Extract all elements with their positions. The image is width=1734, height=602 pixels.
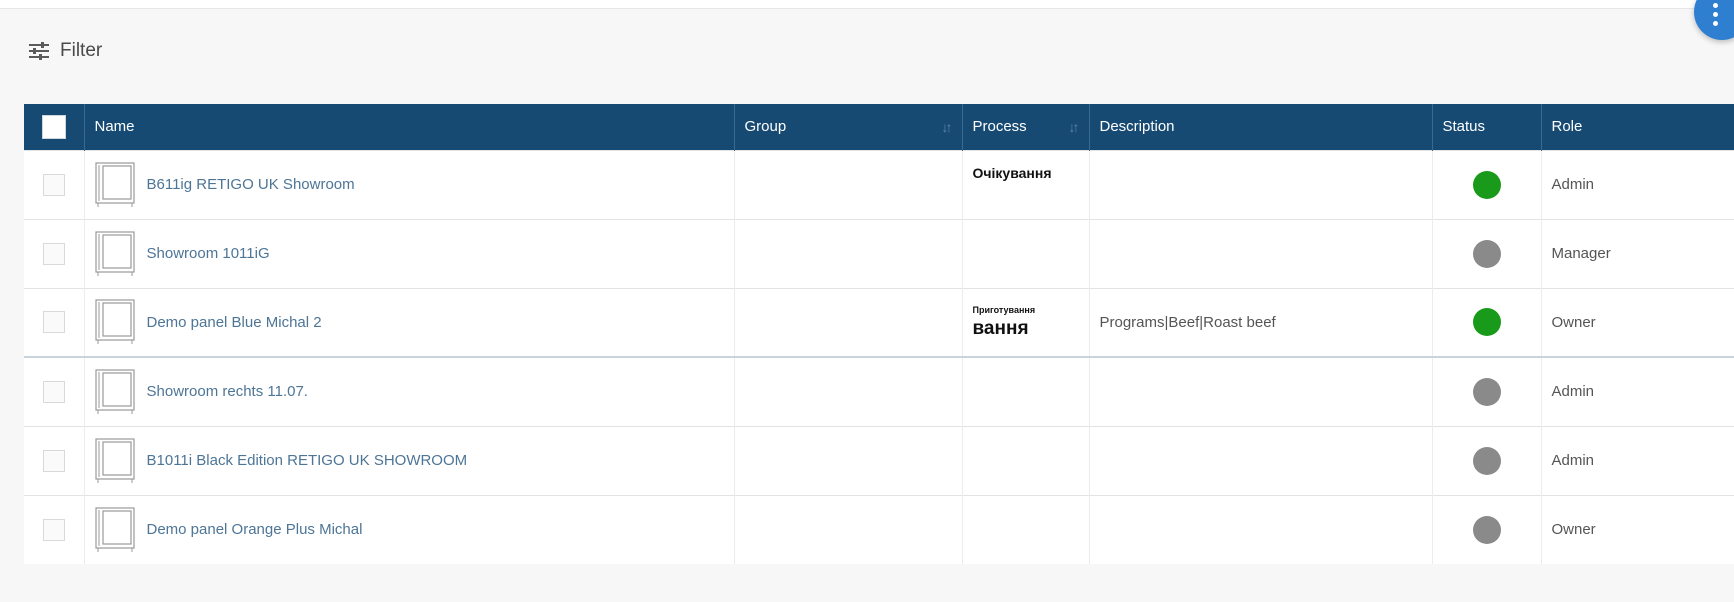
process-cell <box>961 218 1089 288</box>
status-cell <box>1431 149 1541 219</box>
column-header-role-label: Role <box>1551 118 1583 136</box>
oven-icon <box>94 161 135 207</box>
device-name-link[interactable]: Demo panel Orange Plus Michal <box>147 521 363 538</box>
role-cell: Admin <box>1540 425 1734 495</box>
column-header-status-label: Status <box>1442 118 1486 136</box>
table-row[interactable]: B611ig RETIGO UK Showroom Очікування Adm… <box>24 149 1734 219</box>
description-cell <box>1088 494 1432 564</box>
role-cell: Admin <box>1540 356 1734 426</box>
device-name-link[interactable]: Showroom 1011iG <box>147 245 270 262</box>
row-select-cell <box>24 494 84 564</box>
process-cell <box>961 494 1089 564</box>
oven-icon <box>94 230 135 276</box>
device-name-link[interactable]: Demo panel Blue Michal 2 <box>147 314 322 331</box>
group-cell <box>733 287 962 357</box>
column-header-status[interactable]: Status <box>1431 104 1541 150</box>
more-options-button[interactable] <box>1694 0 1734 40</box>
group-cell <box>733 494 962 564</box>
filter-sliders-icon <box>29 42 49 60</box>
row-checkbox[interactable] <box>42 449 65 472</box>
status-online-indicator <box>1472 170 1501 199</box>
status-online-indicator <box>1472 308 1501 337</box>
device-name-cell: B1011i Black Edition RETIGO UK SHOWROOM <box>83 425 734 495</box>
table-row[interactable]: Demo panel Orange Plus Michal Owner <box>24 494 1734 564</box>
column-header-process-label: Process <box>972 118 1027 136</box>
filter-label: Filter <box>60 40 103 61</box>
column-header-group-label: Group <box>744 118 787 136</box>
table-row[interactable]: Showroom 1011iG Manager <box>24 218 1734 288</box>
row-select-cell <box>24 218 84 288</box>
row-select-cell <box>24 287 84 357</box>
row-checkbox[interactable] <box>42 173 65 196</box>
process-cell: Приготування вання <box>961 287 1089 357</box>
select-all-checkbox[interactable] <box>41 114 66 139</box>
process-name-large: вання <box>972 318 1029 340</box>
column-header-description-label: Description <box>1099 118 1175 136</box>
table-header-row: Name Group ↓↑ Process ↓↑ Description Statu… <box>24 104 1734 150</box>
oven-icon <box>94 507 135 552</box>
column-header-name[interactable]: Name <box>83 104 734 150</box>
device-name-cell: Showroom 1011iG <box>83 218 734 288</box>
role-cell: Owner <box>1540 287 1734 357</box>
group-cell <box>733 218 962 288</box>
more-vertical-icon <box>1712 3 1718 26</box>
description-cell: Programs|Beef|Roast beef <box>1088 287 1432 357</box>
role-cell: Manager <box>1540 218 1734 288</box>
column-header-group[interactable]: Group ↓↑ <box>733 104 962 150</box>
row-select-cell <box>24 149 84 219</box>
group-cell <box>733 356 962 426</box>
table-row[interactable]: B1011i Black Edition RETIGO UK SHOWROOM … <box>24 425 1734 495</box>
column-header-name-label: Name <box>94 118 135 136</box>
process-cell: Очікування <box>961 149 1089 219</box>
description-cell <box>1088 218 1432 288</box>
devices-table: Name Group ↓↑ Process ↓↑ Description Statu… <box>24 104 1734 564</box>
row-select-cell <box>24 356 84 426</box>
device-name-cell: Demo panel Blue Michal 2 <box>83 287 734 357</box>
filter-toggle[interactable]: Filter <box>28 38 102 64</box>
table-row[interactable]: Demo panel Blue Michal 2 Приготування ва… <box>24 287 1734 357</box>
select-all-header <box>24 104 84 150</box>
top-bar <box>0 0 1734 9</box>
status-cell <box>1431 356 1541 426</box>
status-offline-indicator <box>1472 377 1501 406</box>
status-cell <box>1431 425 1541 495</box>
sort-icon[interactable]: ↓↑ <box>1069 119 1080 135</box>
group-cell <box>733 425 962 495</box>
column-header-role[interactable]: Role <box>1540 104 1734 150</box>
status-cell <box>1431 218 1541 288</box>
status-cell <box>1431 287 1541 357</box>
row-checkbox[interactable] <box>42 518 65 541</box>
device-name-link[interactable]: B1011i Black Edition RETIGO UK SHOWROOM <box>147 452 468 469</box>
role-cell: Admin <box>1540 149 1734 219</box>
device-name-cell: Demo panel Orange Plus Michal <box>83 494 734 564</box>
status-offline-indicator <box>1472 515 1501 544</box>
oven-icon <box>94 299 135 345</box>
group-cell <box>733 149 962 219</box>
column-header-description[interactable]: Description <box>1088 104 1432 150</box>
oven-icon <box>94 369 135 414</box>
status-offline-indicator <box>1472 239 1501 268</box>
row-checkbox[interactable] <box>42 242 65 265</box>
device-name-link[interactable]: Showroom rechts 11.07. <box>147 383 308 400</box>
device-name-cell: Showroom rechts 11.07. <box>83 356 734 426</box>
row-checkbox[interactable] <box>42 311 65 334</box>
process-name-small: Приготування <box>972 305 1036 316</box>
device-name-link[interactable]: B611ig RETIGO UK Showroom <box>147 176 355 193</box>
role-cell: Owner <box>1540 494 1734 564</box>
description-cell <box>1088 356 1432 426</box>
description-cell <box>1088 149 1432 219</box>
row-checkbox[interactable] <box>42 380 65 403</box>
process-cell <box>961 356 1089 426</box>
sort-icon[interactable]: ↓↑ <box>942 119 953 135</box>
status-offline-indicator <box>1472 446 1501 475</box>
status-cell <box>1431 494 1541 564</box>
table-row[interactable]: Showroom rechts 11.07. Admin <box>24 356 1734 426</box>
description-cell <box>1088 425 1432 495</box>
oven-icon <box>94 437 135 483</box>
process-cell <box>961 425 1089 495</box>
column-header-process[interactable]: Process ↓↑ <box>961 104 1089 150</box>
device-name-cell: B611ig RETIGO UK Showroom <box>83 149 734 219</box>
row-select-cell <box>24 425 84 495</box>
